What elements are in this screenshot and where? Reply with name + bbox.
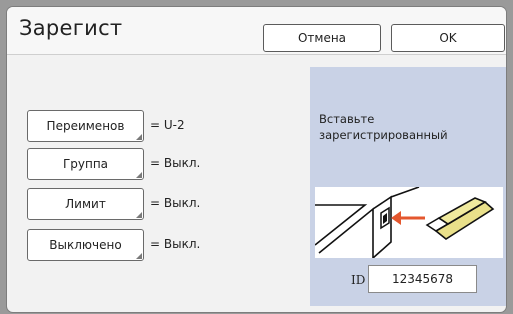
dialog-title: Зарегист: [19, 16, 123, 40]
group-button-label: Группа: [62, 157, 109, 171]
id-row: ID 12345678: [310, 265, 506, 295]
register-dialog: Зарегист Отмена OK Переименов = U-2 Груп…: [7, 7, 506, 312]
group-button[interactable]: Группа: [27, 148, 144, 180]
corner-marker-icon: [136, 172, 142, 178]
corner-marker-icon: [136, 134, 142, 140]
disabled-value: = Выкл.: [150, 237, 201, 251]
usb-illustration: [314, 186, 495, 259]
usb-panel: Вставьте зарегистрированный ID 12345678: [310, 67, 506, 306]
limit-button-label: Лимит: [65, 197, 106, 211]
corner-marker-icon: [136, 253, 142, 259]
ok-button[interactable]: OK: [391, 24, 505, 52]
id-label: ID: [351, 273, 366, 287]
id-field: 12345678: [368, 265, 477, 293]
corner-marker-icon: [136, 212, 142, 218]
disabled-button-label: Выключено: [49, 238, 122, 252]
instruction-line-2: зарегистрированный: [319, 128, 448, 142]
limit-button[interactable]: Лимит: [27, 188, 144, 220]
rename-button-label: Переименов: [46, 119, 125, 133]
dialog-header: Зарегист Отмена OK: [7, 7, 506, 55]
insert-instruction: Вставьте зарегистрированный: [319, 111, 499, 143]
disabled-button[interactable]: Выключено: [27, 229, 144, 261]
instruction-line-1: Вставьте: [319, 112, 375, 126]
limit-value: = Выкл.: [150, 196, 201, 210]
group-value: = Выкл.: [150, 156, 201, 170]
rename-value: = U-2: [150, 118, 185, 132]
cancel-button[interactable]: Отмена: [263, 24, 381, 52]
rename-button[interactable]: Переименов: [27, 110, 144, 142]
usb-insert-icon: [314, 186, 503, 259]
